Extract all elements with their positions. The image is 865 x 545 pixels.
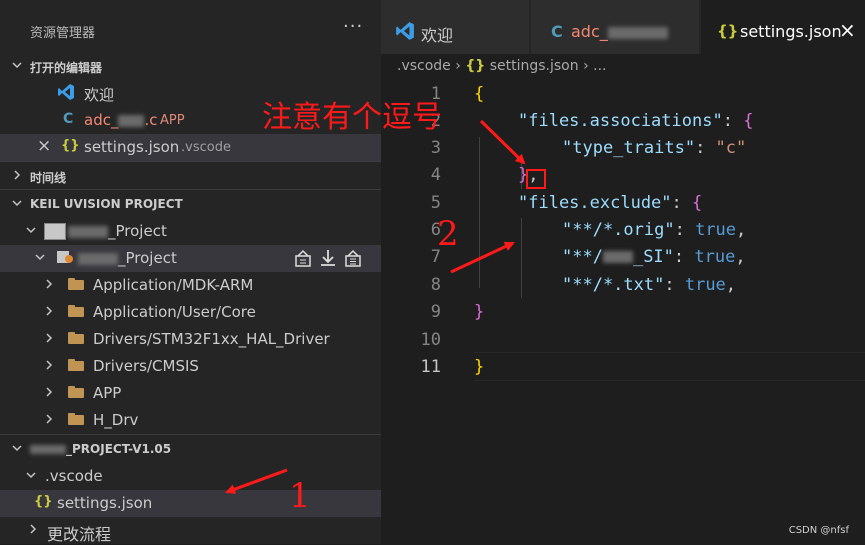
annotation-arrow — [450, 241, 515, 274]
annotation-arrow — [479, 119, 526, 165]
annotation-arrow — [225, 468, 288, 494]
annotation-arrows — [225, 119, 526, 494]
